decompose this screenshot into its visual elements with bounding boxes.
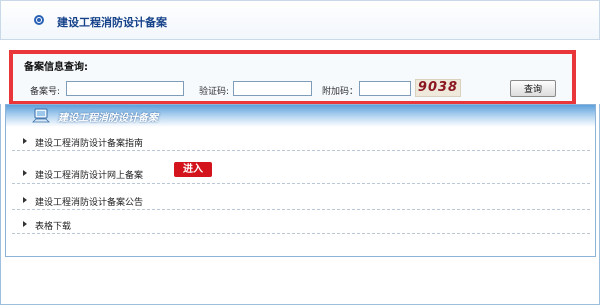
filing-section: 建设工程消防设计备案 建设工程消防设计备案指南 建设工程消防设计网上备案 进入 … xyxy=(5,104,596,257)
extra-code-input[interactable] xyxy=(359,81,411,96)
page-title: 建设工程消防设计备案 xyxy=(57,16,167,29)
arrow-right-icon xyxy=(23,138,27,144)
filing-guide-link[interactable]: 建设工程消防设计备案指南 xyxy=(35,136,143,149)
bullet-icon xyxy=(34,15,44,25)
arrow-right-icon xyxy=(23,197,27,203)
section-title: 建设工程消防设计备案 xyxy=(58,113,158,124)
list-item: 表格下载 xyxy=(12,216,590,234)
query-title: 备案信息查询: xyxy=(24,62,88,73)
online-filing-link[interactable]: 建设工程消防设计网上备案 xyxy=(35,168,143,181)
form-download-link[interactable]: 表格下载 xyxy=(35,219,71,232)
arrow-right-icon xyxy=(23,170,27,176)
verify-code-label: 验证码: xyxy=(199,87,230,97)
record-query-panel: 备案信息查询: 备案号: 验证码: 附加码： 9038 查询 xyxy=(9,50,576,105)
enter-button[interactable]: 进入 xyxy=(174,162,212,177)
record-no-input[interactable] xyxy=(66,81,184,96)
verify-code-input[interactable] xyxy=(233,81,312,96)
section-header: 建设工程消防设计备案 xyxy=(6,105,595,127)
computer-icon xyxy=(32,108,50,123)
extra-code-label: 附加码： xyxy=(322,87,359,97)
filing-notice-link[interactable]: 建设工程消防设计备案公告 xyxy=(35,195,143,208)
query-button[interactable]: 查询 xyxy=(510,80,556,97)
record-no-label: 备案号: xyxy=(30,87,61,97)
list-item: 建设工程消防设计备案公告 xyxy=(12,192,590,210)
arrow-right-icon xyxy=(23,221,27,227)
page-header: 建设工程消防设计备案 xyxy=(0,0,600,40)
list-item: 建设工程消防设计网上备案 进入 xyxy=(12,162,590,184)
list-item: 建设工程消防设计备案指南 xyxy=(12,133,590,151)
captcha-image[interactable]: 9038 xyxy=(415,79,461,97)
